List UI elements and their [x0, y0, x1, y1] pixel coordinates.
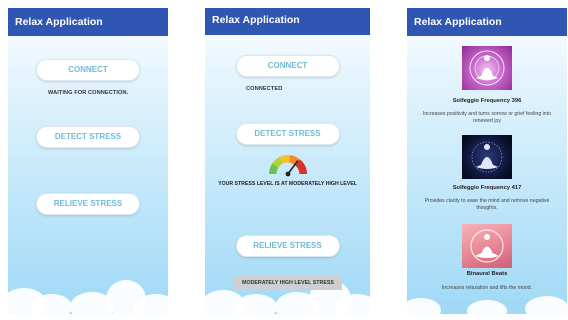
solfeggio-417-thumbnail[interactable]	[462, 135, 512, 179]
solfeggio-396-thumbnail[interactable]	[462, 46, 512, 90]
connect-button[interactable]: CONNECT	[36, 59, 140, 81]
screen-home-waiting: Relax Application CONNECT WAITING FOR CO…	[8, 8, 168, 314]
screen-detect-result: Relax Application CONNECT CONNECTED DETE…	[205, 8, 370, 314]
item-description: Provides clarity to ease the mind and re…	[424, 198, 550, 211]
clouds-decoration	[8, 264, 168, 314]
clouds-decoration	[407, 288, 567, 314]
item-description: Increases positivity and turns sorrow or…	[422, 111, 552, 124]
screen-relieve-list: Relax Application Solfeggio Frequency 39…	[407, 8, 567, 314]
connection-status: CONNECTED	[246, 86, 283, 92]
item-name: Solfeggio Frequency 396	[452, 98, 522, 104]
meditation-icon	[469, 50, 505, 86]
app-bar-title: Relax Application	[205, 8, 370, 35]
stress-gauge-icon	[269, 154, 307, 177]
connect-button[interactable]: CONNECT	[235, 55, 340, 77]
detect-stress-button[interactable]: DETECT STRESS	[235, 123, 340, 145]
stress-level-button[interactable]: MODERATELY HIGH LEVEL STRESS	[234, 276, 342, 290]
stress-level-text: YOUR STRESS LEVEL IS AT MODERATELY HIGH …	[218, 181, 357, 187]
meditation-icon	[470, 229, 504, 263]
item-name: Solfeggio Frequency 417	[452, 185, 522, 191]
relieve-stress-button[interactable]: RELIEVE STRESS	[36, 193, 140, 215]
meditation-icon	[471, 141, 503, 173]
detect-stress-button[interactable]: DETECT STRESS	[36, 126, 140, 148]
item-name: Binaural Beats	[466, 271, 508, 277]
connection-status: WAITING FOR CONNECTION.	[48, 90, 129, 96]
app-bar-title: Relax Application	[407, 8, 567, 36]
app-bar-title: Relax Application	[8, 8, 168, 36]
binaural-beats-thumbnail[interactable]	[462, 224, 512, 268]
